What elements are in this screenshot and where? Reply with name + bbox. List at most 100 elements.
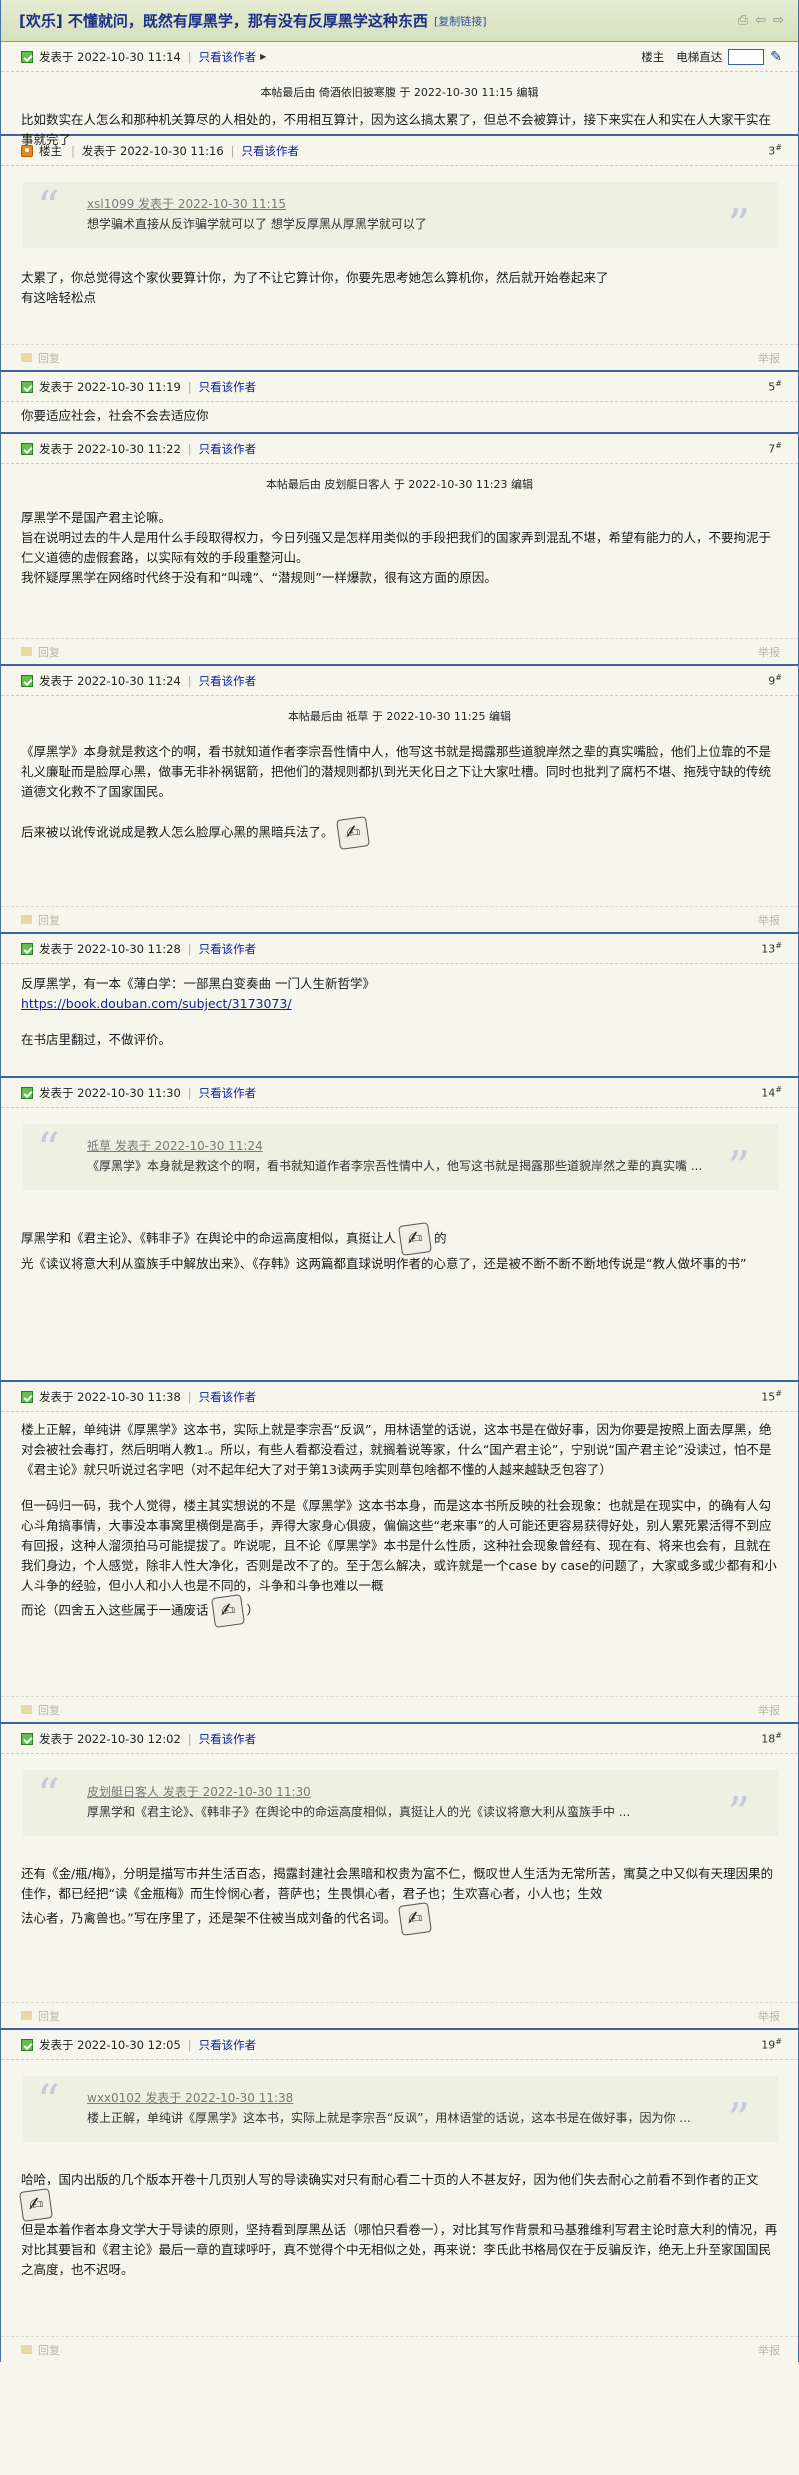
post-19: 发表于 2022-10-30 12:05 | 只看该作者 19# “ wxx01…	[1, 2030, 798, 2362]
post-footer: 回复 举报	[1, 344, 798, 370]
emoji-sticker: ✍	[398, 1222, 432, 1256]
print-icon[interactable]: ⎙	[738, 13, 748, 28]
quote-author[interactable]: wxx0102 发表于 2022-10-30 11:38	[87, 2088, 758, 2108]
post-footer: 回复 举报	[1, 638, 798, 664]
emoji-sticker: ✍	[398, 1902, 433, 1936]
post-header: 发表于 2022-10-30 11:38 | 只看该作者 15#	[1, 1382, 798, 1412]
post-3: 楼主 | 发表于 2022-10-30 11:16 | 只看该作者 3# “ x…	[1, 136, 798, 372]
only-author-link[interactable]: 只看该作者	[199, 2037, 257, 2053]
only-author-link[interactable]: 只看该作者	[199, 441, 257, 457]
only-author-link[interactable]: 只看该作者	[199, 379, 257, 395]
reply-icon	[21, 2011, 32, 2020]
post-body: 《厚黑学》本身就是救这个的啊，看书就知道作者李宗吾性情中人，他写这书就是揭露那些…	[1, 730, 798, 856]
post-time: 发表于 2022-10-30 11:38	[39, 1389, 181, 1404]
online-icon	[21, 942, 33, 955]
post-9: 发表于 2022-10-30 11:24 | 只看该作者 9# 本帖最后由 祗草…	[1, 666, 798, 934]
thread-title-bar: [欢乐] 不懂就问，既然有厚黑学，那有没有反厚黑学这种东西 [复制链接] ⎙ ⇦…	[1, 0, 798, 42]
floor-number: 14#	[761, 1085, 782, 1100]
reply-icon	[21, 353, 32, 362]
report-link[interactable]: 举报	[758, 1702, 780, 1718]
post-body: 厚黑学和《君主论》、《韩非子》在舆论中的命运高度相似，真挺让人 ✍ 的 光《读议…	[1, 1200, 798, 1282]
quote-block: “ xsl1099 发表于 2022-10-30 11:15 想学骗术直接从反诈…	[23, 182, 778, 248]
only-author-link[interactable]: 只看该作者	[199, 941, 257, 957]
post-time: 发表于 2022-10-30 11:16	[81, 143, 224, 158]
report-link[interactable]: 举报	[758, 644, 780, 660]
only-author-link[interactable]: 只看该作者	[199, 1389, 257, 1405]
jump-input[interactable]	[728, 48, 765, 65]
reply-link[interactable]: 回复	[38, 912, 60, 928]
post-body: 厚黑学不是国产君主论嘛。 旨在说明过去的牛人是用什么手段取得权力，今日列强又是怎…	[21, 510, 772, 585]
quote-text: 楼上正解，单纯讲《厚黑学》这本书，实际上就是李宗吾“反讽”，用林语堂的话说，这本…	[87, 2111, 691, 2125]
reply-icon	[21, 915, 32, 924]
owner-icon	[21, 144, 33, 157]
edit-note: 本帖最后由 皮划艇日客人 于 2022-10-30 11:23 编辑	[265, 478, 534, 491]
quote-author[interactable]: 祗草 发表于 2022-10-30 11:24	[87, 1136, 758, 1156]
post-time: 发表于 2022-10-30 11:19	[39, 379, 181, 394]
next-thread-icon[interactable]: ⇨	[773, 13, 784, 28]
emoji-sticker: ✍	[335, 816, 370, 850]
only-author-link[interactable]: 只看该作者	[199, 673, 257, 689]
floor-jump: 楼主 电梯直达 ✎	[641, 48, 782, 65]
report-link[interactable]: 举报	[758, 350, 780, 366]
report-link[interactable]: 举报	[758, 2008, 780, 2024]
floor-number: 13#	[761, 941, 782, 956]
quote-author[interactable]: xsl1099 发表于 2022-10-30 11:15	[87, 194, 758, 214]
edit-note: 本帖最后由 倚酒依旧披寒腹 于 2022-10-30 11:15 编辑	[260, 86, 539, 99]
online-icon	[21, 1732, 33, 1745]
floor-number: 9#	[768, 673, 782, 688]
page: [欢乐] 不懂就问，既然有厚黑学，那有没有反厚黑学这种东西 [复制链接] ⎙ ⇦…	[0, 0, 799, 2362]
post-footer: 回复 举报	[1, 1696, 798, 1722]
post-time: 发表于 2022-10-30 11:14	[39, 49, 181, 64]
post-footer: 回复 举报	[1, 2336, 798, 2362]
post-time: 发表于 2022-10-30 11:28	[39, 941, 181, 956]
only-author-link[interactable]: 只看该作者	[199, 1085, 257, 1101]
only-author-link[interactable]: 只看该作者	[242, 143, 300, 159]
copy-link[interactable]: [复制链接]	[434, 13, 487, 29]
reply-icon	[21, 647, 32, 656]
post-header: 楼主 | 发表于 2022-10-30 11:16 | 只看该作者 3#	[1, 136, 798, 166]
quote-block: “ 祗草 发表于 2022-10-30 11:24 《厚黑学》本身就是救这个的啊…	[23, 1124, 778, 1190]
floor-number: 7#	[768, 441, 782, 456]
online-icon	[21, 442, 33, 455]
reply-link[interactable]: 回复	[38, 2008, 60, 2024]
triangle-right-icon[interactable]: ▶	[260, 52, 266, 61]
close-quote-icon: ”	[727, 1142, 751, 1193]
post-1: 发表于 2022-10-30 11:14 | 只看该作者 ▶ 楼主 电梯直达 ✎…	[1, 42, 798, 147]
only-author-link[interactable]: 只看该作者	[199, 1731, 257, 1747]
floor-number: 15#	[761, 1389, 782, 1404]
reply-link[interactable]: 回复	[38, 350, 60, 366]
online-icon	[21, 380, 33, 393]
online-icon	[21, 1390, 33, 1403]
report-link[interactable]: 举报	[758, 2342, 780, 2358]
quote-text: 想学骗术直接从反诈骗学就可以了 想学反厚黑从厚黑学就可以了	[87, 217, 427, 231]
prev-thread-icon[interactable]: ⇦	[755, 13, 766, 28]
online-icon	[21, 1086, 33, 1099]
post-header: 发表于 2022-10-30 12:05 | 只看该作者 19#	[1, 2030, 798, 2060]
post-body: 楼上正解，单纯讲《厚黑学》这本书，实际上就是李宗吾“反讽”，用林语堂的话说，这本…	[1, 1412, 798, 1634]
post-header: 发表于 2022-10-30 11:28 | 只看该作者 13#	[1, 934, 798, 964]
floor-number: 5#	[768, 379, 782, 394]
emoji-sticker: ✍	[210, 1594, 245, 1628]
jump-go-icon[interactable]: ✎	[770, 49, 782, 65]
open-quote-icon: “	[37, 2076, 60, 2127]
post-body: 你要适应社会，社会不会去适应你	[21, 408, 209, 423]
post-footer: 回复 举报	[1, 2002, 798, 2028]
reply-icon	[21, 2345, 32, 2354]
post-5: 发表于 2022-10-30 11:19 | 只看该作者 5# 你要适应社会，社…	[1, 372, 798, 434]
report-link[interactable]: 举报	[758, 912, 780, 928]
post-time: 发表于 2022-10-30 11:24	[39, 673, 181, 688]
floor-number: 3#	[768, 143, 782, 158]
post-13: 发表于 2022-10-30 11:28 | 只看该作者 13# 反厚黑学，有一…	[1, 934, 798, 1078]
reply-icon	[21, 1705, 32, 1714]
quote-author[interactable]: 皮划艇日客人 发表于 2022-10-30 11:30	[87, 1782, 758, 1802]
reply-link[interactable]: 回复	[38, 1702, 60, 1718]
reply-link[interactable]: 回复	[38, 644, 60, 660]
reply-link[interactable]: 回复	[38, 2342, 60, 2358]
floor-number: 19#	[761, 2037, 782, 2052]
douban-link[interactable]: https://book.douban.com/subject/3173073/	[21, 996, 292, 1011]
only-author-link[interactable]: 只看该作者	[199, 49, 257, 65]
post-7: 发表于 2022-10-30 11:22 | 只看该作者 7# 本帖最后由 皮划…	[1, 434, 798, 666]
post-header: 发表于 2022-10-30 11:22 | 只看该作者 7#	[1, 434, 798, 464]
open-quote-icon: “	[37, 1124, 60, 1175]
quote-text: 《厚黑学》本身就是救这个的啊，看书就知道作者李宗吾性情中人，他写这书就是揭露那些…	[87, 1159, 703, 1173]
